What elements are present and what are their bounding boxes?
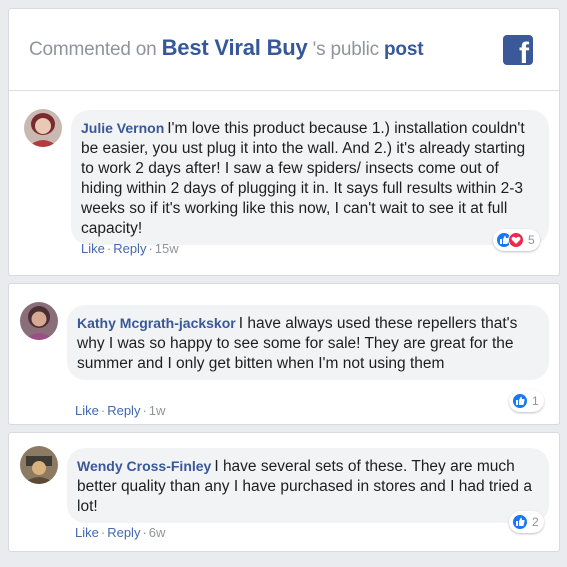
post-link[interactable]: post: [384, 39, 424, 60]
like-reaction-icon: [512, 393, 528, 409]
comment-bubble: Wendy Cross-Finley I have several sets of…: [67, 448, 549, 523]
header-text: Commented on Best Viral Buy 's public po…: [29, 35, 424, 61]
facebook-logo-icon: f: [503, 35, 533, 65]
avatar[interactable]: [20, 446, 58, 484]
comment-actions: Like · Reply · 15w: [81, 241, 179, 256]
comment-timestamp[interactable]: 15w: [155, 241, 179, 256]
comment-bubble: Julie Vernon I'm love this product becaus…: [71, 110, 549, 245]
avatar[interactable]: [20, 302, 58, 340]
comment-text: I'm love this product because 1.) instal…: [81, 120, 526, 237]
comment-actions: Like · Reply · 1w: [75, 403, 166, 418]
avatar[interactable]: [24, 109, 62, 147]
comment-timestamp[interactable]: 6w: [149, 525, 166, 540]
header-suffix: 's public: [312, 39, 379, 60]
post-card: Commented on Best Viral Buy 's public po…: [8, 8, 560, 276]
like-link[interactable]: Like: [75, 403, 99, 418]
comment-card: Wendy Cross-Finley I have several sets of…: [8, 432, 560, 552]
reaction-summary[interactable]: 2: [509, 511, 544, 533]
reply-link[interactable]: Reply: [107, 403, 140, 418]
reaction-count: 5: [528, 233, 535, 247]
comment-author-link[interactable]: Julie Vernon: [81, 120, 164, 136]
post-header: Commented on Best Viral Buy 's public po…: [9, 9, 559, 91]
comment-actions: Like · Reply · 6w: [75, 525, 166, 540]
like-link[interactable]: Like: [81, 241, 105, 256]
comment-timestamp[interactable]: 1w: [149, 403, 166, 418]
header-prefix: Commented on: [29, 39, 157, 60]
reaction-summary[interactable]: 5: [493, 229, 540, 251]
like-reaction-icon: [512, 514, 528, 530]
reply-link[interactable]: Reply: [107, 525, 140, 540]
reply-link[interactable]: Reply: [113, 241, 146, 256]
comment-author-link[interactable]: Kathy Mcgrath-jackskor: [77, 315, 236, 331]
like-link[interactable]: Like: [75, 525, 99, 540]
comment-card: Kathy Mcgrath-jackskor I have always used…: [8, 283, 560, 425]
reaction-summary[interactable]: 1: [509, 390, 544, 412]
page-name-link[interactable]: Best Viral Buy: [162, 35, 308, 60]
love-reaction-icon: [508, 232, 524, 248]
comment-bubble: Kathy Mcgrath-jackskor I have always used…: [67, 305, 549, 380]
comment-author-link[interactable]: Wendy Cross-Finley: [77, 458, 211, 474]
reaction-count: 2: [532, 515, 539, 529]
reaction-count: 1: [532, 394, 539, 408]
